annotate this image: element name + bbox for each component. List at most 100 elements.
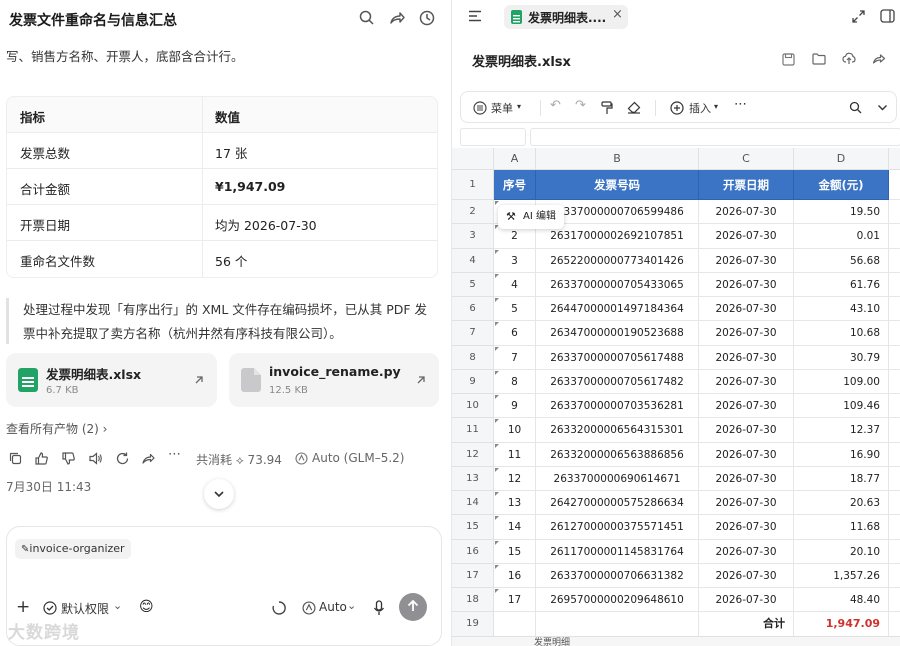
table-cell[interactable]: 11.68 [794, 515, 889, 540]
row-header[interactable]: 15 [452, 515, 494, 540]
row-header[interactable]: 17 [452, 563, 494, 588]
menu-button[interactable]: 菜单 [491, 100, 513, 116]
cell[interactable] [889, 170, 900, 200]
cell[interactable] [889, 249, 900, 273]
save-icon[interactable] [782, 53, 795, 66]
table-header-cell[interactable]: 发票号码 [536, 170, 699, 200]
table-cell[interactable]: 16 [494, 563, 536, 588]
table-cell[interactable]: 56.68 [794, 248, 889, 273]
row-header[interactable]: 19 [452, 612, 494, 637]
table-cell[interactable]: 2026-07-30 [699, 466, 794, 491]
table-cell[interactable]: 13 [494, 491, 536, 516]
table-cell[interactable]: 2026-07-30 [699, 297, 794, 322]
scroll-down-button[interactable] [204, 479, 234, 509]
table-cell[interactable]: 9 [494, 394, 536, 419]
eraser-icon[interactable] [627, 101, 641, 114]
row-header[interactable]: 2 [452, 200, 494, 225]
table-cell[interactable]: 2026-07-30 [699, 224, 794, 249]
table-cell[interactable]: 1,357.26 [794, 563, 889, 588]
thumbs-up-icon[interactable] [34, 451, 49, 466]
table-cell[interactable]: 2026-07-30 [699, 588, 794, 613]
table-cell[interactable]: 26117000001145831764 [536, 539, 699, 564]
table-cell[interactable]: 12 [494, 466, 536, 491]
table-cell[interactable]: 10 [494, 418, 536, 443]
table-cell[interactable]: 26337000000705617488 [536, 345, 699, 370]
table-cell[interactable]: 19.50 [794, 200, 889, 225]
table-cell[interactable]: 26332000006564315301 [536, 418, 699, 443]
table-cell[interactable]: 20.10 [794, 539, 889, 564]
table-cell[interactable]: 2026-07-30 [699, 345, 794, 370]
cell[interactable] [889, 346, 900, 370]
table-cell[interactable]: 10.68 [794, 321, 889, 346]
menu-icon[interactable] [468, 10, 482, 22]
table-cell[interactable]: 6 [494, 321, 536, 346]
more-icon[interactable]: ⋯ [168, 447, 183, 462]
format-painter-icon[interactable] [601, 101, 613, 115]
cell[interactable] [889, 443, 900, 467]
cell[interactable] [889, 200, 900, 225]
table-cell[interactable]: 109.46 [794, 394, 889, 419]
column-header[interactable]: C [699, 148, 794, 170]
table-cell[interactable]: 2026-07-30 [699, 369, 794, 394]
row-header[interactable]: 4 [452, 248, 494, 273]
share-icon[interactable] [388, 9, 406, 27]
table-cell[interactable]: 26957000000209648610 [536, 588, 699, 613]
share-icon[interactable] [141, 451, 156, 466]
emoji-icon[interactable]: 😊 [139, 599, 154, 615]
cloud-upload-icon[interactable] [842, 52, 856, 65]
close-icon[interactable]: × [612, 7, 623, 22]
cell[interactable] [889, 491, 900, 516]
plus-icon[interactable]: + [16, 597, 30, 617]
table-cell[interactable]: 26447000001497184364 [536, 297, 699, 322]
table-cell[interactable]: 26337000000703536281 [536, 394, 699, 419]
row-header[interactable]: 6 [452, 297, 494, 322]
table-cell[interactable]: 61.76 [794, 272, 889, 297]
row-header[interactable]: 9 [452, 369, 494, 394]
row-header[interactable]: 7 [452, 321, 494, 346]
table-cell[interactable]: 26332000006563886856 [536, 442, 699, 467]
table-cell[interactable]: 11 [494, 442, 536, 467]
column-header[interactable] [889, 148, 900, 170]
table-cell[interactable]: 26337000000705433065 [536, 272, 699, 297]
table-cell[interactable]: 26127000000375571451 [536, 515, 699, 540]
row-header[interactable]: 16 [452, 539, 494, 564]
table-header-cell[interactable]: 序号 [494, 170, 536, 200]
table-cell[interactable]: 2026-07-30 [699, 539, 794, 564]
table-cell[interactable]: 109.00 [794, 369, 889, 394]
table-cell[interactable]: 2026-07-30 [699, 248, 794, 273]
file-tab[interactable]: 发票明细表.... × [504, 5, 628, 29]
insert-button[interactable]: 插入 [689, 100, 711, 116]
cell[interactable] [889, 588, 900, 613]
table-cell[interactable]: 43.10 [794, 297, 889, 322]
undo-icon[interactable]: ↶ [550, 98, 561, 113]
file-card-py[interactable]: invoice_rename.py 12.5 KB [229, 353, 439, 407]
cell[interactable] [889, 540, 900, 564]
table-cell[interactable]: 14 [494, 515, 536, 540]
redo-icon[interactable]: ↷ [575, 98, 586, 113]
table-cell[interactable]: 2026-07-30 [699, 200, 794, 225]
thumbs-down-icon[interactable] [61, 451, 76, 466]
row-header[interactable]: 3 [452, 224, 494, 249]
search-icon[interactable] [358, 9, 376, 27]
table-cell[interactable]: 3 [494, 248, 536, 273]
copy-icon[interactable] [8, 451, 23, 466]
table-cell[interactable]: 26337000000705617482 [536, 369, 699, 394]
table-cell[interactable]: 12.37 [794, 418, 889, 443]
select-all-corner[interactable] [452, 148, 494, 170]
cell[interactable] [889, 321, 900, 346]
table-cell[interactable]: 5 [494, 297, 536, 322]
formula-input[interactable] [530, 128, 900, 146]
row-header[interactable]: 13 [452, 466, 494, 491]
cell[interactable] [889, 515, 900, 540]
table-cell[interactable]: 26347000000190523688 [536, 321, 699, 346]
view-artifacts-link[interactable]: 查看所有产物 (2) › [6, 420, 107, 437]
table-header-cell[interactable]: 开票日期 [699, 170, 794, 200]
microphone-icon[interactable] [373, 600, 385, 616]
row-header[interactable]: 18 [452, 588, 494, 613]
cell[interactable] [889, 273, 900, 297]
skill-chip[interactable]: ✎invoice-organizer [15, 539, 131, 559]
cell[interactable] [889, 394, 900, 419]
folder-icon[interactable] [812, 53, 826, 65]
row-header[interactable]: 8 [452, 345, 494, 370]
table-cell[interactable]: 20.63 [794, 491, 889, 516]
